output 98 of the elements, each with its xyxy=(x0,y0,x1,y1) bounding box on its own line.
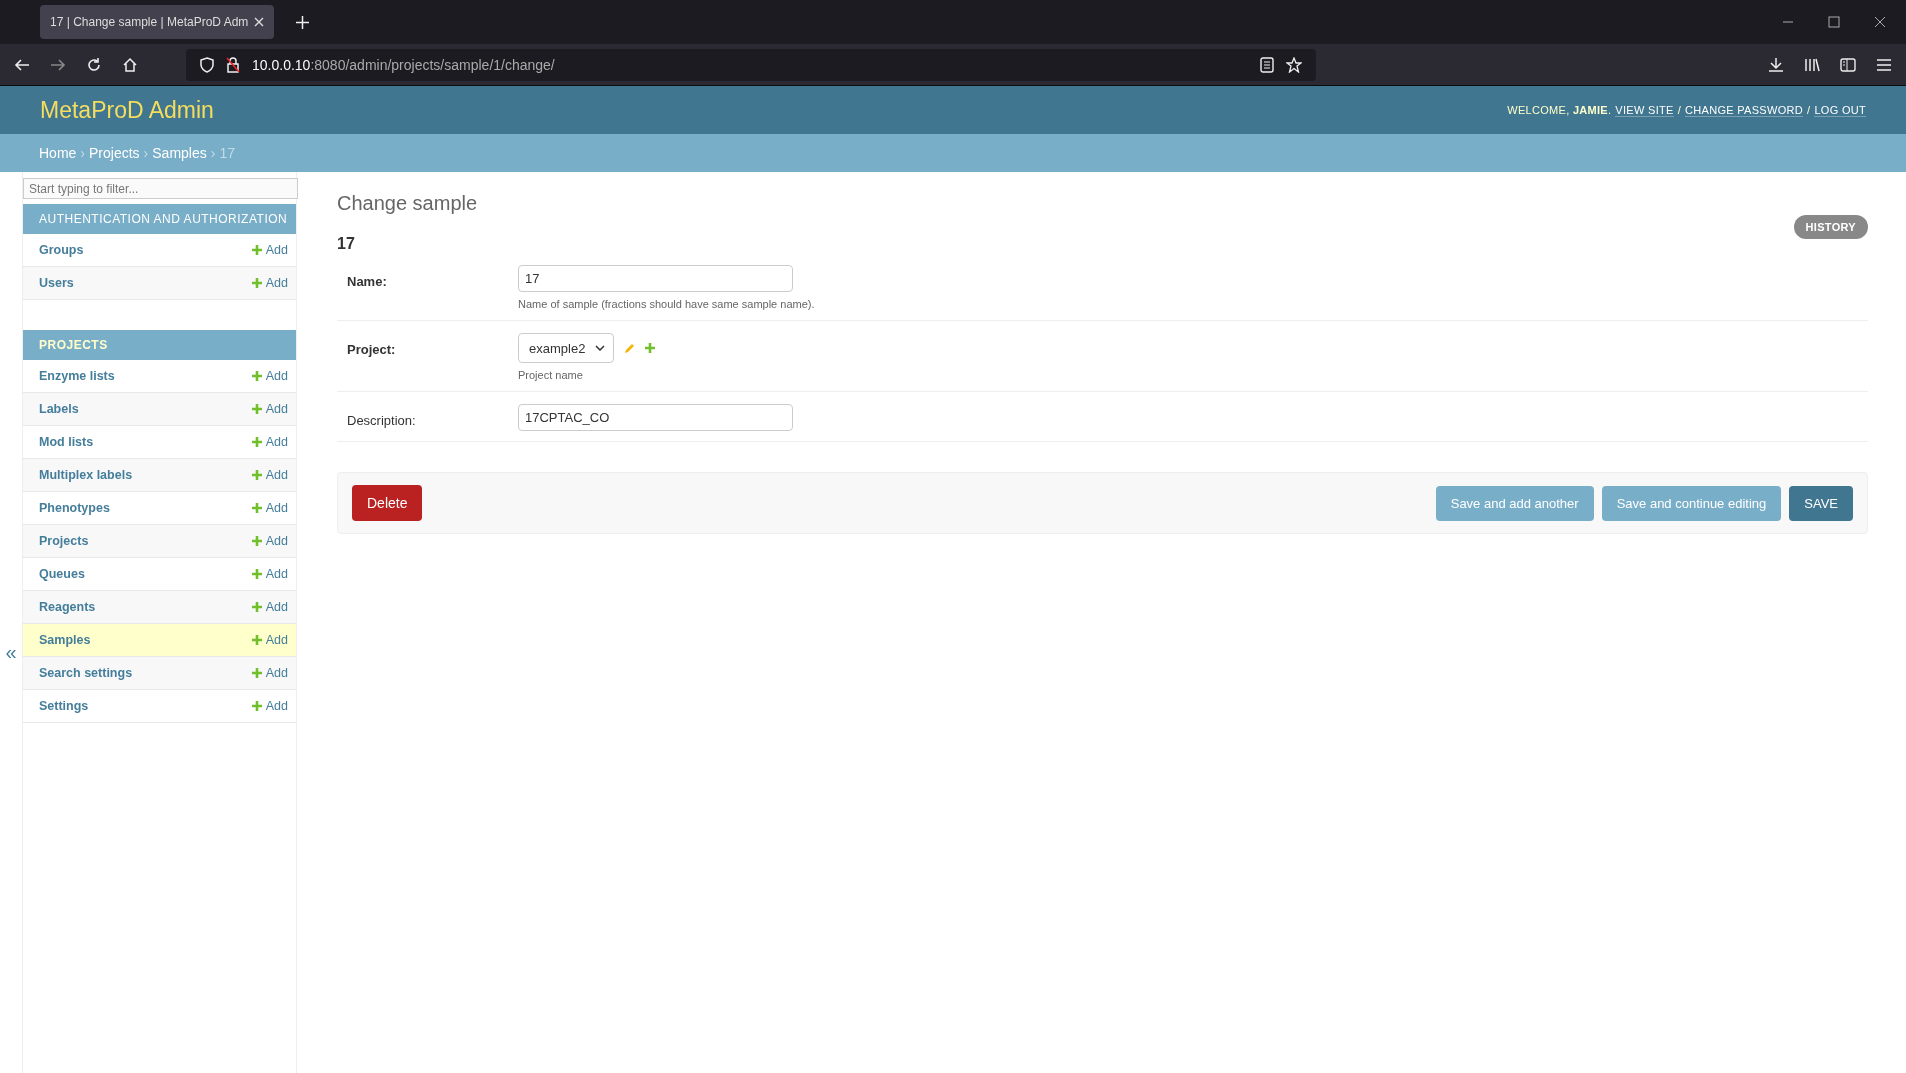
welcome-text: WELCOME, JAMIE. xyxy=(1507,103,1612,117)
plus-icon xyxy=(251,404,262,414)
plus-icon xyxy=(251,668,262,678)
browser-tab[interactable]: 17 | Change sample | MetaProD Adm xyxy=(40,5,275,39)
field-label: Name: xyxy=(347,273,388,291)
sidebar-item[interactable]: Multiplex labels Add xyxy=(23,459,296,492)
project-dropdown[interactable]: example2 xyxy=(518,333,614,363)
address-bar[interactable]: 10.0.0.10:8080/admin/projects/sample/1/change/ xyxy=(186,48,1316,81)
add-link[interactable]: Add xyxy=(251,633,288,647)
breadcrumb-link[interactable]: Home xyxy=(39,145,77,161)
breadcrumb-link[interactable]: Projects xyxy=(89,145,140,161)
add-link[interactable]: Add xyxy=(251,567,288,581)
plus-icon xyxy=(251,470,262,480)
header-link[interactable]: LOG OUT xyxy=(1814,103,1866,117)
save-button[interactable]: SAVE xyxy=(1789,485,1853,521)
save-button[interactable]: Save and add another xyxy=(1435,485,1594,521)
help-text: Name of sample (fractions should have same sample name). xyxy=(518,298,815,310)
breadcrumb-current: 17 xyxy=(219,145,235,161)
breadcrumb-link[interactable]: Samples xyxy=(152,145,207,161)
insecure-lock-icon xyxy=(226,56,240,73)
add-link[interactable]: Add xyxy=(251,534,288,548)
object-name: 17 xyxy=(337,235,356,253)
plus-icon xyxy=(251,635,262,645)
field-label: Description: xyxy=(347,412,417,430)
add-link[interactable]: Add xyxy=(251,501,288,515)
library-icon[interactable] xyxy=(1804,56,1820,73)
field-label: Project: xyxy=(347,341,397,359)
plus-icon xyxy=(251,569,262,579)
text-field[interactable]: 17 xyxy=(518,265,793,292)
new-tab-icon[interactable] xyxy=(296,15,310,29)
plus-icon xyxy=(251,536,262,546)
forward-icon[interactable] xyxy=(50,56,66,73)
help-text: Project name xyxy=(518,369,584,381)
url-text: 10.0.0.10:8080/admin/projects/sample/1/change/ xyxy=(252,56,555,73)
text-field[interactable]: 17CPTAC_CO xyxy=(518,404,793,431)
separator-text: / xyxy=(1807,103,1811,117)
breadcrumb-separator: › xyxy=(80,145,86,161)
collapse-sidebar-toggle[interactable]: « xyxy=(0,581,22,664)
model-link[interactable]: Groups xyxy=(39,243,84,257)
model-link[interactable]: Projects xyxy=(39,534,89,548)
model-link[interactable]: Labels xyxy=(39,402,79,416)
breadcrumb-separator: › xyxy=(143,145,149,161)
history-button[interactable]: HISTORY xyxy=(1793,215,1868,239)
sidebar-item[interactable]: Samples Add xyxy=(23,624,296,657)
add-link[interactable]: Add xyxy=(251,699,288,713)
breadcrumb-separator: › xyxy=(210,145,216,161)
home-icon[interactable] xyxy=(122,56,138,73)
add-link[interactable]: Add xyxy=(251,243,288,257)
sidebar-icon[interactable] xyxy=(1840,56,1856,73)
delete-button[interactable]: Delete xyxy=(352,485,423,521)
add-link[interactable]: Add xyxy=(251,666,288,680)
plus-icon xyxy=(251,245,262,255)
reload-icon[interactable] xyxy=(86,56,102,73)
model-link[interactable]: Search settings xyxy=(39,666,133,680)
save-button[interactable]: Save and continue editing xyxy=(1601,485,1782,521)
maximize-icon[interactable] xyxy=(1828,16,1840,28)
plus-icon xyxy=(251,701,262,711)
header-link[interactable]: VIEW SITE xyxy=(1615,103,1674,117)
sidebar-item[interactable]: Projects Add xyxy=(23,525,296,558)
plus-icon xyxy=(251,278,262,288)
shield-icon xyxy=(200,56,214,73)
chevron-down-icon xyxy=(595,345,605,351)
add-link[interactable]: Add xyxy=(251,369,288,383)
add-link[interactable]: Add xyxy=(251,468,288,482)
add-link[interactable]: Add xyxy=(251,600,288,614)
model-link[interactable]: Multiplex labels xyxy=(39,468,133,482)
add-link[interactable]: Add xyxy=(251,276,288,290)
menu-icon[interactable] xyxy=(1876,56,1892,73)
plus-icon xyxy=(251,371,262,381)
page-title: Change sample xyxy=(337,192,478,215)
header-link[interactable]: CHANGE PASSWORD xyxy=(1685,103,1804,117)
sidebar-item[interactable]: Users Add xyxy=(23,267,296,300)
bookmark-star-icon[interactable] xyxy=(1286,56,1302,73)
back-icon[interactable] xyxy=(14,56,30,73)
model-link[interactable]: Phenotypes xyxy=(39,501,110,515)
reader-view-icon[interactable] xyxy=(1260,56,1274,73)
app-section-header[interactable]: AUTHENTICATION AND AUTHORIZATION xyxy=(23,204,296,234)
model-link[interactable]: Mod lists xyxy=(39,435,94,449)
filter-field[interactable]: Start typing to filter... xyxy=(23,178,298,199)
site-title[interactable]: MetaProD Admin xyxy=(40,96,214,124)
plus-icon xyxy=(251,503,262,513)
sidebar-item[interactable]: Labels Add xyxy=(23,393,296,426)
add-link[interactable]: Add xyxy=(251,402,288,416)
model-link[interactable]: Users xyxy=(39,276,74,290)
model-link[interactable]: Settings xyxy=(39,699,89,713)
model-link[interactable]: Samples xyxy=(39,633,91,647)
separator-text: / xyxy=(1677,103,1682,117)
plus-icon xyxy=(251,602,262,612)
app-section-header[interactable]: PROJECTS xyxy=(23,330,296,360)
model-link[interactable]: Reagents xyxy=(39,600,96,614)
add-link[interactable]: Add xyxy=(251,435,288,449)
model-link[interactable]: Queues xyxy=(39,567,85,581)
sidebar-item[interactable]: Reagents Add xyxy=(23,591,296,624)
plus-icon xyxy=(251,437,262,447)
download-icon[interactable] xyxy=(1768,56,1784,73)
model-link[interactable]: Enzyme lists xyxy=(39,369,115,383)
close-icon[interactable] xyxy=(1874,16,1886,28)
sidebar-item[interactable]: Search settings Add xyxy=(23,657,296,690)
